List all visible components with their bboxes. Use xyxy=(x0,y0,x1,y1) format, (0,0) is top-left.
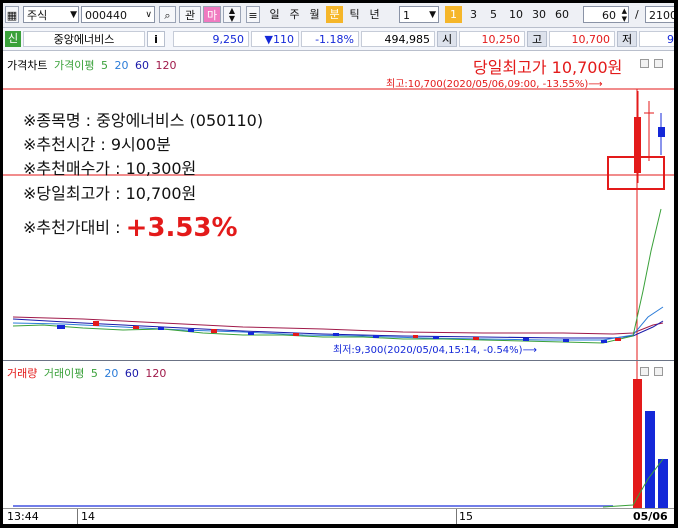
tab-tick[interactable]: 틱 xyxy=(346,6,363,23)
candle xyxy=(211,329,217,333)
candle xyxy=(615,338,621,341)
time-label-date: 05/06 xyxy=(633,510,668,523)
code-input[interactable]: 000440 ∨ xyxy=(81,6,155,23)
candle xyxy=(57,325,65,329)
candle xyxy=(133,326,139,329)
stock-name[interactable]: 중앙에너비스 xyxy=(23,31,145,47)
volume-bar-blue xyxy=(658,459,668,508)
chevron-down-icon: ▼ xyxy=(429,10,436,20)
open-label: 시 xyxy=(437,31,457,47)
ma-120-line xyxy=(12,316,664,335)
candle xyxy=(158,327,164,330)
overlay-buy-price: ※추천매수가 : 10,300원 xyxy=(23,159,197,178)
overlay-return-value: +3.53% xyxy=(125,213,238,243)
candle xyxy=(293,333,299,336)
tab-minute[interactable]: 분 xyxy=(326,6,343,23)
spin-icon: ▲ ▼ xyxy=(621,7,627,23)
tab-month[interactable]: 월 xyxy=(306,6,323,23)
volume-bars-small xyxy=(13,505,613,507)
candle xyxy=(433,336,439,339)
market-label: 주식 xyxy=(27,9,48,22)
candle xyxy=(601,340,607,343)
spin-icon[interactable]: ▲ ▼ xyxy=(223,6,241,23)
credit-badge: 신 xyxy=(5,31,21,47)
chevron-down-icon: ∨ xyxy=(145,10,152,20)
price-panel: 가격차트 가격이평 5 20 60 120 당일최고가 10,700원 최고:1… xyxy=(3,51,674,361)
axis-tick xyxy=(77,509,78,524)
candle xyxy=(523,338,529,341)
interval-value: 1 xyxy=(403,9,410,22)
tab-week[interactable]: 주 xyxy=(286,6,303,23)
interval-5-button[interactable]: 5 xyxy=(485,6,502,23)
candle-red-large xyxy=(634,117,641,173)
toolbar: ▦ 주식 ▼ 000440 ∨ ⌕ 관 마 ▲ ▼ ≡ 일 주 월 분 틱 년 1… xyxy=(3,3,674,28)
code-value: 000440 xyxy=(85,9,127,22)
candle-blue xyxy=(658,127,665,137)
volume-bar-blue xyxy=(645,411,655,508)
candle xyxy=(563,339,569,342)
low-label: 저 xyxy=(617,31,637,47)
candle xyxy=(473,337,479,340)
price-change: ▼110 xyxy=(251,31,299,47)
chart-window: ▦ 주식 ▼ 000440 ∨ ⌕ 관 마 ▲ ▼ ≡ 일 주 월 분 틱 년 1… xyxy=(3,3,674,524)
quote-bar: 신 중앙에너비스 i 9,250 ▼110 -1.18% 494,985 시 1… xyxy=(3,28,674,51)
layout-icon[interactable]: ▦ xyxy=(5,6,19,23)
market-select[interactable]: 주식 ▼ xyxy=(23,6,79,23)
low-price: 9 xyxy=(639,31,674,47)
count-input[interactable]: 60 ▲ ▼ xyxy=(583,6,629,23)
chevron-down-icon: ▼ xyxy=(70,10,77,20)
info-icon[interactable]: i xyxy=(147,31,165,47)
candle xyxy=(333,333,339,336)
overlay-return-label: ※추천가대비 : xyxy=(23,218,126,237)
time-label: 14 xyxy=(81,510,95,523)
interval-select[interactable]: 1 ▼ xyxy=(399,6,439,23)
tab-year[interactable]: 년 xyxy=(366,6,383,23)
interval-30-button[interactable]: 30 xyxy=(529,6,549,23)
price-chart-canvas xyxy=(3,88,674,361)
high-label: 고 xyxy=(527,31,547,47)
overlay-day-high: ※당일최고가 : 10,700원 xyxy=(23,184,197,203)
volume-baseline-bars xyxy=(13,505,613,507)
high-price: 10,700 xyxy=(549,31,615,47)
overlay-recommend-time: ※추천시간 : 9시00분 xyxy=(23,135,171,154)
open-price: 10,250 xyxy=(459,31,525,47)
axis-tick xyxy=(456,509,457,524)
time-axis: 13:44 14 15 05/06 xyxy=(3,508,674,524)
interval-1-button[interactable]: 1 xyxy=(445,6,462,23)
interval-60-button[interactable]: 60 xyxy=(552,6,572,23)
list-icon[interactable]: ≡ xyxy=(246,6,260,23)
total-count: 2100 xyxy=(645,6,674,23)
interval-3-button[interactable]: 3 xyxy=(465,6,482,23)
candle xyxy=(248,332,254,335)
time-label: 15 xyxy=(459,510,473,523)
overlay-stock-name: ※종목명 : 중앙에너비스 (050110) xyxy=(23,111,264,130)
tab-day[interactable]: 일 xyxy=(266,6,283,23)
overlay-return-row: ※추천가대비 : +3.53% xyxy=(23,213,238,243)
time-label: 13:44 xyxy=(7,510,39,523)
ma-button[interactable]: 마 xyxy=(203,6,221,23)
volume-panel: 거래량 거래이평 5 20 60 120 xyxy=(3,361,674,508)
count-separator: / xyxy=(635,8,639,21)
candle xyxy=(373,335,379,338)
volume-chart-canvas xyxy=(13,361,668,508)
volume-value: 494,985 xyxy=(361,31,435,47)
search-icon[interactable]: ⌕ xyxy=(159,6,176,23)
interval-10-button[interactable]: 10 xyxy=(506,6,526,23)
volume-bar-red xyxy=(633,379,642,508)
candle xyxy=(188,329,194,332)
change-percent: -1.18% xyxy=(301,31,359,47)
count-value: 60 xyxy=(602,9,616,22)
view-button[interactable]: 관 xyxy=(179,6,201,23)
candle xyxy=(413,335,418,338)
candle xyxy=(93,321,99,326)
current-price: 9,250 xyxy=(173,31,249,47)
